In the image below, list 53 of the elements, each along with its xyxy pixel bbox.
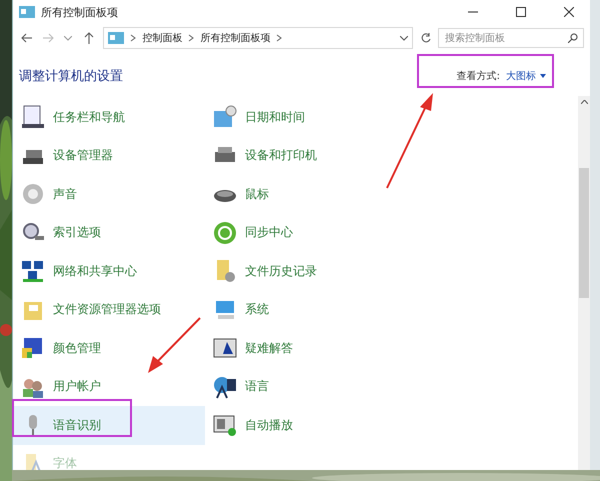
troubleshoot-icon	[213, 336, 237, 360]
speaker-icon	[21, 182, 45, 206]
control-panel-item[interactable]: 文件历史记录	[205, 252, 397, 290]
globe-icon	[213, 374, 237, 399]
control-panel-icon	[19, 6, 35, 18]
network-icon	[21, 259, 45, 284]
control-panel-item[interactable]: 语言	[205, 368, 397, 406]
autoplay-icon	[213, 413, 237, 438]
arrow-drawing	[148, 317, 201, 373]
taskbar-icon	[21, 105, 45, 130]
forward-arrow-icon	[42, 33, 54, 43]
control-panel-item[interactable]: 鼠标	[205, 175, 397, 214]
scrollbar[interactable]	[578, 96, 590, 470]
scroll-up-icon[interactable]	[580, 100, 588, 104]
view-by-label: 查看方式:	[456, 70, 500, 83]
page-heading: 调整计算机的设置	[19, 68, 124, 85]
control-panel-item[interactable]: 系统	[205, 290, 397, 329]
view-by-dropdown[interactable]: 大图标	[506, 69, 546, 83]
caret-icon	[64, 36, 72, 40]
breadcrumb-item[interactable]: 控制面板	[142, 31, 182, 45]
control-panel-item[interactable]: 同步中心	[205, 214, 397, 252]
control-panel-item[interactable]: 用户帐户	[13, 368, 205, 406]
control-panel-item[interactable]: 疑难解答	[205, 329, 397, 368]
caret-icon	[540, 74, 546, 78]
control-panel-item[interactable]: 设备管理器	[13, 136, 205, 175]
chevron-icon	[130, 34, 136, 42]
control-panel-item[interactable]: 日期和时间	[205, 98, 397, 136]
window-title: 所有控制面板项	[41, 4, 119, 20]
breadcrumb-item[interactable]: 所有控制面板项	[200, 31, 270, 45]
sync-icon	[213, 220, 237, 245]
calendar-clock-icon	[213, 105, 237, 130]
back-arrow-icon	[21, 33, 34, 43]
color-monitor-icon	[21, 336, 45, 360]
control-panel-item[interactable]: 网络和共享中心	[13, 252, 205, 290]
control-panel-item[interactable]: 任务栏和导航	[13, 98, 205, 136]
maximize-icon	[516, 7, 526, 17]
control-panel-item[interactable]: 声音	[13, 175, 205, 214]
control-panel-icon	[108, 32, 124, 44]
refresh-icon	[420, 33, 431, 43]
control-panel-item[interactable]: 设备和打印机	[205, 136, 397, 175]
search-field[interactable]: 搜索控制面板	[438, 28, 584, 48]
chevron-icon	[188, 34, 194, 42]
dropdown-icon[interactable]	[400, 36, 408, 40]
control-panel-item[interactable]: 自动播放	[205, 406, 397, 444]
chevron-icon	[276, 34, 282, 42]
control-panel-item[interactable]: 语音识别	[13, 406, 205, 444]
address-bar[interactable]: 控制面板 所有控制面板项	[103, 27, 414, 49]
search-icon	[568, 33, 578, 43]
close-icon	[564, 7, 574, 17]
up-arrow-icon	[84, 32, 94, 44]
control-panel-item[interactable]: 颜色管理	[13, 329, 205, 368]
control-panel-item[interactable]: 文件资源管理器选项	[13, 290, 205, 329]
control-panel-item[interactable]: 索引选项	[13, 214, 205, 252]
